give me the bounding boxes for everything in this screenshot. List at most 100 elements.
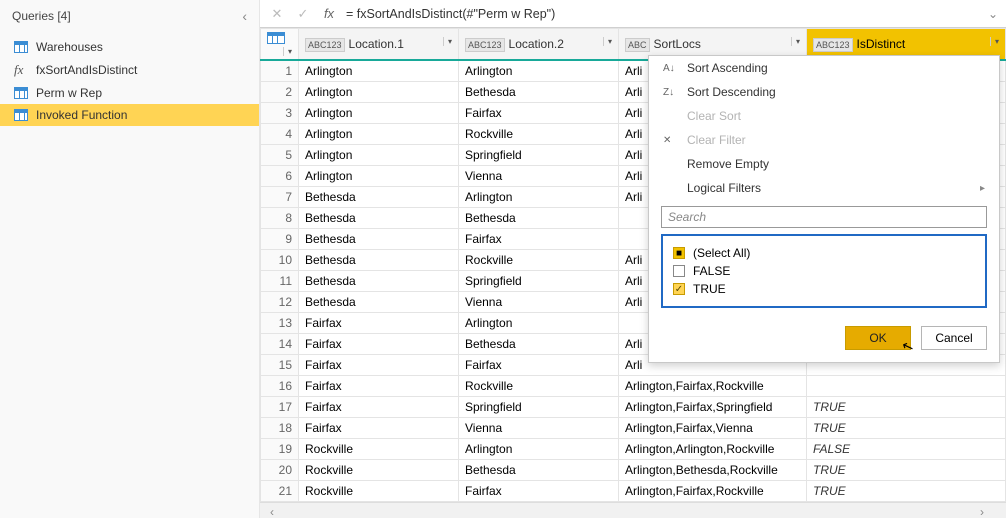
cell-location2[interactable]: Bethesda: [459, 460, 619, 481]
cell-location1[interactable]: Arlington: [299, 82, 459, 103]
cell-location1[interactable]: Arlington: [299, 124, 459, 145]
cancel-button[interactable]: Cancel: [921, 326, 987, 350]
cell-location1[interactable]: Arlington: [299, 166, 459, 187]
cell-location2[interactable]: Bethesda: [459, 208, 619, 229]
cell-location1[interactable]: Bethesda: [299, 229, 459, 250]
cell-sortlocs[interactable]: Arlington,Fairfax,Rockville: [619, 376, 807, 397]
cell-location2[interactable]: Rockville: [459, 124, 619, 145]
cell-location1[interactable]: Arlington: [299, 103, 459, 124]
type-icon: ABC123: [465, 38, 505, 52]
query-item-warehouses[interactable]: Warehouses: [0, 36, 259, 58]
cell-location2[interactable]: Bethesda: [459, 334, 619, 355]
cell-location2[interactable]: Fairfax: [459, 103, 619, 124]
cell-location2[interactable]: Vienna: [459, 292, 619, 313]
cell-location2[interactable]: Rockville: [459, 250, 619, 271]
cell-location1[interactable]: Rockville: [299, 481, 459, 502]
clear-filter: ✕Clear Filter: [649, 128, 999, 152]
row-number: 12: [261, 292, 299, 313]
horizontal-scrollbar[interactable]: ‹›: [260, 502, 1006, 518]
remove-empty[interactable]: Remove Empty: [649, 152, 999, 176]
query-item-fxsortandisdistinct[interactable]: fx fxSortAndIsDistinct: [0, 58, 259, 82]
accept-formula-icon[interactable]: ✓: [294, 5, 312, 23]
queries-header: Queries [4] ‹: [0, 0, 259, 32]
table-row[interactable]: 19RockvilleArlingtonArlington,Arlington,…: [261, 439, 1006, 460]
cell-isdistinct[interactable]: [807, 376, 1006, 397]
dropdown-icon[interactable]: ▾: [443, 37, 452, 46]
cell-location1[interactable]: Arlington: [299, 145, 459, 166]
cell-location1[interactable]: Bethesda: [299, 250, 459, 271]
cell-location1[interactable]: Fairfax: [299, 376, 459, 397]
cell-location2[interactable]: Arlington: [459, 313, 619, 334]
filter-option-select-all[interactable]: ■(Select All): [673, 244, 975, 262]
cell-isdistinct[interactable]: TRUE: [807, 418, 1006, 439]
cell-location1[interactable]: Fairfax: [299, 355, 459, 376]
cell-sortlocs[interactable]: Arlington,Fairfax,Vienna: [619, 418, 807, 439]
query-item-invoked-function[interactable]: Invoked Function: [0, 104, 259, 126]
cell-location1[interactable]: Bethesda: [299, 271, 459, 292]
dropdown-icon[interactable]: ▾: [603, 37, 612, 46]
cell-isdistinct[interactable]: TRUE: [807, 460, 1006, 481]
scroll-left-icon[interactable]: ‹: [270, 505, 274, 518]
cell-location2[interactable]: Arlington: [459, 60, 619, 82]
query-item-perm-w-rep[interactable]: Perm w Rep: [0, 82, 259, 104]
row-number: 15: [261, 355, 299, 376]
table-row[interactable]: 17FairfaxSpringfieldArlington,Fairfax,Sp…: [261, 397, 1006, 418]
cell-sortlocs[interactable]: Arlington,Fairfax,Springfield: [619, 397, 807, 418]
dropdown-icon[interactable]: ▾: [791, 37, 800, 46]
cell-location2[interactable]: Vienna: [459, 418, 619, 439]
cell-location2[interactable]: Vienna: [459, 166, 619, 187]
row-number: 13: [261, 313, 299, 334]
formula-input[interactable]: [346, 3, 980, 25]
cell-location2[interactable]: Springfield: [459, 397, 619, 418]
table-row[interactable]: 18FairfaxViennaArlington,Fairfax,ViennaT…: [261, 418, 1006, 439]
table-row[interactable]: 21RockvilleFairfaxArlington,Fairfax,Rock…: [261, 481, 1006, 502]
cell-sortlocs[interactable]: Arlington,Arlington,Rockville: [619, 439, 807, 460]
cell-sortlocs[interactable]: Arlington,Bethesda,Rockville: [619, 460, 807, 481]
cell-location1[interactable]: Fairfax: [299, 397, 459, 418]
logical-filters[interactable]: Logical Filters▸: [649, 176, 999, 200]
row-menu-dropdown-icon[interactable]: ▾: [283, 47, 292, 56]
cell-location2[interactable]: Fairfax: [459, 355, 619, 376]
cell-location2[interactable]: Fairfax: [459, 481, 619, 502]
cell-location1[interactable]: Fairfax: [299, 418, 459, 439]
cell-isdistinct[interactable]: TRUE: [807, 481, 1006, 502]
cell-isdistinct[interactable]: FALSE: [807, 439, 1006, 460]
cell-location1[interactable]: Rockville: [299, 439, 459, 460]
filter-option-true[interactable]: ✓TRUE: [673, 280, 975, 298]
column-header-location2[interactable]: ABC123Location.2▾: [459, 29, 619, 61]
cell-location1[interactable]: Bethesda: [299, 187, 459, 208]
filter-search-input[interactable]: Search: [661, 206, 987, 228]
cell-location1[interactable]: Rockville: [299, 460, 459, 481]
cell-location2[interactable]: Arlington: [459, 187, 619, 208]
cell-location1[interactable]: Fairfax: [299, 334, 459, 355]
cell-location2[interactable]: Arlington: [459, 439, 619, 460]
table-row[interactable]: 16FairfaxRockvilleArlington,Fairfax,Rock…: [261, 376, 1006, 397]
cell-location2[interactable]: Bethesda: [459, 82, 619, 103]
cell-location2[interactable]: Fairfax: [459, 229, 619, 250]
cell-sortlocs[interactable]: Arlington,Fairfax,Rockville: [619, 481, 807, 502]
query-label: Perm w Rep: [36, 86, 102, 100]
sort-ascending[interactable]: A↓Sort Ascending: [649, 56, 999, 80]
cell-location1[interactable]: Bethesda: [299, 292, 459, 313]
cell-location1[interactable]: Fairfax: [299, 313, 459, 334]
sort-descending[interactable]: Z↓Sort Descending: [649, 80, 999, 104]
cell-location2[interactable]: Springfield: [459, 145, 619, 166]
row-number: 11: [261, 271, 299, 292]
scroll-right-icon[interactable]: ›: [980, 505, 984, 518]
query-label: Invoked Function: [36, 108, 127, 122]
cell-location2[interactable]: Springfield: [459, 271, 619, 292]
row-number: 14: [261, 334, 299, 355]
ok-button[interactable]: OK↖: [845, 326, 911, 350]
cell-location2[interactable]: Rockville: [459, 376, 619, 397]
cell-location1[interactable]: Arlington: [299, 60, 459, 82]
cell-isdistinct[interactable]: TRUE: [807, 397, 1006, 418]
cell-location1[interactable]: Bethesda: [299, 208, 459, 229]
expand-formula-icon[interactable]: ⌄: [988, 7, 998, 21]
table-row[interactable]: 20RockvilleBethesdaArlington,Bethesda,Ro…: [261, 460, 1006, 481]
filter-option-false[interactable]: FALSE: [673, 262, 975, 280]
dropdown-icon[interactable]: ▾: [990, 37, 999, 46]
cancel-formula-icon[interactable]: ✕: [268, 5, 286, 23]
column-header-location1[interactable]: ABC123Location.1▾: [299, 29, 459, 61]
collapse-panel-icon[interactable]: ‹: [242, 8, 247, 24]
table-menu-icon[interactable]: [267, 32, 285, 44]
